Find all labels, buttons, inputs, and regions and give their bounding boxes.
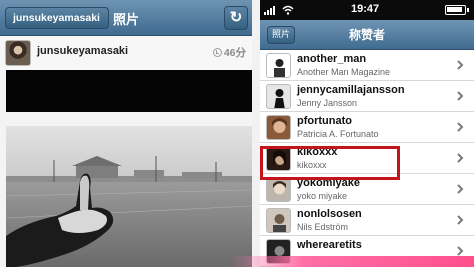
post-timestamp: 46分 xyxy=(212,45,246,60)
liker-row-pfortunato[interactable]: pfortunato Patricia A. Fortunato xyxy=(260,112,474,143)
avatar xyxy=(266,84,291,109)
chevron-right-icon xyxy=(457,122,464,132)
refresh-button[interactable]: ↻ xyxy=(224,6,248,30)
panel-divider xyxy=(252,0,260,267)
signal-icon xyxy=(264,6,278,15)
avatar xyxy=(266,177,291,202)
likers-panel: 19:47 称赞者 照片 another_man Another Man Mag… xyxy=(260,0,474,267)
back-button[interactable]: junsukeyamasaki xyxy=(5,7,109,29)
battery-icon xyxy=(445,5,469,15)
nav-bar: junsukeyamasaki 照片 ↻ xyxy=(0,0,252,36)
chevron-right-icon xyxy=(457,184,464,194)
photo-panel: junsukeyamasaki 照片 ↻ junsukeyamasaki 46分 xyxy=(0,0,252,267)
liker-username: wherearetits xyxy=(297,239,362,251)
page-title: 照片 xyxy=(113,13,140,28)
avatar xyxy=(266,208,291,233)
redacted-band xyxy=(6,70,252,112)
avatar xyxy=(266,115,291,140)
chevron-right-icon xyxy=(457,215,464,225)
highlight-box xyxy=(260,146,400,180)
post-username[interactable]: junsukeyamasaki xyxy=(37,45,128,57)
photo-illustration xyxy=(6,126,252,267)
back-to-photo-button[interactable]: 照片 xyxy=(267,26,295,44)
post-photo[interactable] xyxy=(6,126,252,267)
liker-fullname: Another Man Magazine xyxy=(297,67,391,77)
liker-row-another-man[interactable]: another_man Another Man Magazine xyxy=(260,50,474,81)
avatar[interactable] xyxy=(5,40,31,66)
liker-row-nonlolsosen[interactable]: nonlolsosen Nils Edström xyxy=(260,205,474,236)
chevron-right-icon xyxy=(457,60,464,70)
liker-username: another_man xyxy=(297,53,367,65)
chevron-right-icon xyxy=(457,153,464,163)
status-time: 19:47 xyxy=(351,3,380,15)
status-bar: 19:47 xyxy=(260,0,474,20)
liker-fullname: Nils Edström xyxy=(297,222,349,232)
likers-nav-bar: 称赞者 照片 xyxy=(260,20,474,50)
post-header: junsukeyamasaki 46分 xyxy=(0,36,252,70)
watermark-band xyxy=(230,256,474,267)
wifi-icon xyxy=(282,5,294,15)
avatar xyxy=(266,53,291,78)
chevron-right-icon xyxy=(457,91,464,101)
liker-fullname: Patricia A. Fortunato xyxy=(297,129,379,139)
refresh-icon: ↻ xyxy=(229,9,243,26)
clock-icon xyxy=(212,48,222,57)
liker-username: pfortunato xyxy=(297,115,352,127)
liker-username: jennycamillajansson xyxy=(297,84,405,96)
liker-row-jennycamillajansson[interactable]: jennycamillajansson Jenny Jansson xyxy=(260,81,474,112)
liker-fullname: Jenny Jansson xyxy=(297,98,358,108)
time-ago-label: 46分 xyxy=(223,47,246,59)
liker-fullname: yoko miyake xyxy=(297,191,348,201)
liker-username: nonlolsosen xyxy=(297,208,362,220)
